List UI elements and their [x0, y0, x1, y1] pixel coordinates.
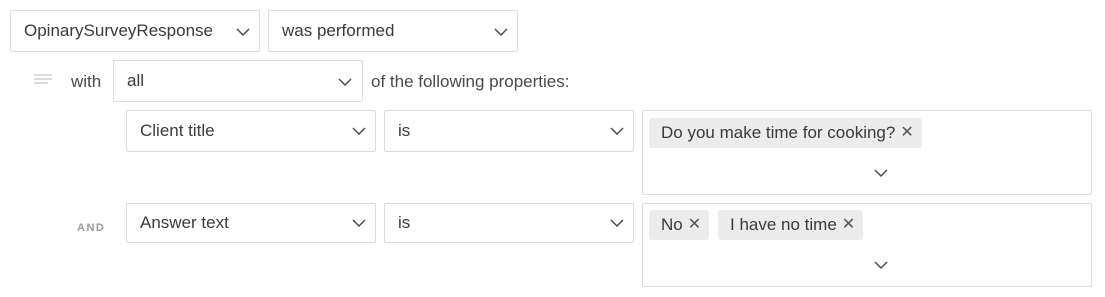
action-select-value: was performed — [282, 21, 395, 40]
chevron-down-icon — [236, 28, 250, 36]
value-chip: No ✕ — [649, 210, 710, 240]
close-icon[interactable]: ✕ — [900, 125, 913, 141]
filter-lines-icon[interactable] — [34, 74, 52, 88]
operator-select-value: is — [398, 121, 411, 140]
value-chip-label: Do you make time for cooking? — [661, 123, 896, 142]
action-select[interactable]: was performed — [268, 10, 518, 52]
property-select-value: Answer text — [140, 213, 229, 232]
chevron-down-icon — [494, 28, 508, 36]
chevron-down-icon — [352, 219, 366, 227]
value-multiselect[interactable]: Do you make time for cooking? ✕ — [642, 110, 1092, 195]
event-select[interactable]: OpinarySurveyResponse — [10, 10, 260, 52]
close-icon[interactable]: ✕ — [842, 217, 855, 233]
property-select[interactable]: Client title — [126, 110, 376, 152]
value-chip-label: No — [661, 215, 683, 234]
operator-select[interactable]: is — [384, 203, 634, 243]
operator-select[interactable]: is — [384, 110, 634, 152]
value-chip: I have no time ✕ — [718, 210, 864, 240]
property-select[interactable]: Answer text — [126, 203, 376, 243]
with-label: with — [71, 72, 102, 91]
property-select-value: Client title — [140, 121, 215, 140]
event-select-value: OpinarySurveyResponse — [24, 21, 213, 40]
chevron-down-icon[interactable] — [874, 261, 888, 269]
properties-suffix: of the following properties: — [371, 72, 570, 91]
operator-select-value: is — [398, 213, 411, 232]
match-select-value: all — [127, 71, 145, 90]
match-select[interactable]: all — [113, 60, 363, 102]
chevron-down-icon[interactable] — [874, 169, 888, 177]
chevron-down-icon — [610, 219, 624, 227]
close-icon[interactable]: ✕ — [688, 217, 701, 233]
value-chip-label: I have no time — [730, 215, 837, 234]
and-label: AND — [77, 222, 106, 234]
chevron-down-icon — [610, 127, 624, 135]
chevron-down-icon — [352, 127, 366, 135]
value-chip: Do you make time for cooking? ✕ — [649, 118, 922, 148]
chevron-down-icon — [338, 78, 352, 86]
value-multiselect[interactable]: No ✕ I have no time ✕ — [642, 203, 1092, 287]
